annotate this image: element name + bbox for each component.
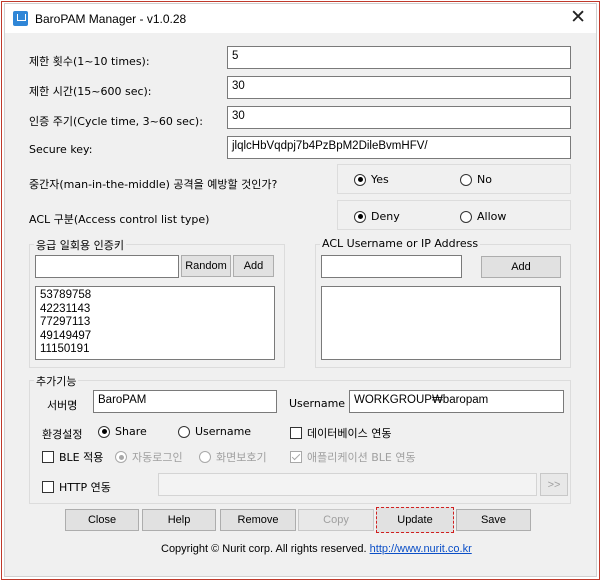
acl-type-group: Deny Allow (337, 200, 571, 230)
main-window: BaroPAM Manager - v1.0.28 ✕ 제한 횟수(1~10 t… (4, 3, 597, 577)
update-button[interactable]: Update (376, 507, 454, 533)
username-input[interactable]: WORKGROUP₩baropam (349, 390, 564, 413)
radio-selected-icon (98, 425, 110, 438)
server-name-label: 서버명 (47, 399, 78, 412)
mitm-no-radio[interactable]: No (460, 173, 492, 186)
radio-disabled-icon (199, 451, 211, 463)
title-bar: BaroPAM Manager - v1.0.28 ✕ (5, 4, 596, 33)
website-link[interactable]: http://www.nurit.co.kr (370, 543, 472, 555)
mitm-yes-label: Yes (371, 173, 389, 186)
emergency-key-title: 응급 일회용 인증키 (34, 237, 126, 253)
screen-protect-radio[interactable]: 화면보호기 (199, 449, 267, 465)
env-username-radio[interactable]: Username (178, 425, 251, 438)
radio-unselected-icon (178, 425, 190, 438)
auto-login-radio[interactable]: 자동로그인 (115, 449, 183, 465)
cycle-time-label: 인증 주기(Cycle time, 3~60 sec): (29, 115, 203, 128)
help-button[interactable]: Help (142, 509, 216, 531)
mitm-yes-radio[interactable]: Yes (354, 173, 389, 186)
acl-list-title: ACL Username or IP Address (320, 237, 481, 250)
acl-deny-radio[interactable]: Deny (354, 210, 400, 223)
limit-time-label: 제한 시간(15~600 sec): (29, 85, 152, 98)
mitm-no-label: No (477, 173, 492, 186)
acl-list[interactable] (321, 286, 561, 360)
http-go-button[interactable]: >> (540, 473, 568, 496)
extra-features-title: 추가기능 (34, 373, 79, 389)
radio-unselected-icon (460, 173, 472, 186)
footer: Copyright © Nurit corp. All rights reser… (161, 543, 472, 555)
close-icon[interactable]: ✕ (570, 7, 586, 27)
checkbox-icon (42, 481, 54, 493)
ble-apply-label: BLE 적용 (59, 451, 104, 464)
database-link-checkbox[interactable]: 데이터베이스 연동 (290, 425, 391, 441)
mitm-label: 중간자(man-in-the-middle) 공격을 예방할 것인가? (29, 178, 278, 191)
acl-allow-label: Allow (477, 210, 507, 223)
env-share-label: Share (115, 425, 147, 438)
random-button[interactable]: Random (181, 255, 231, 277)
http-url-input[interactable] (158, 473, 537, 496)
window-title: BaroPAM Manager - v1.0.28 (35, 12, 187, 26)
emergency-key-item[interactable]: 77297113 (40, 316, 270, 330)
radio-unselected-icon (460, 210, 472, 223)
emergency-key-item[interactable]: 11150191 (40, 343, 270, 357)
acl-allow-radio[interactable]: Allow (460, 210, 506, 223)
limit-time-input[interactable]: 30 (227, 76, 571, 99)
checkbox-icon (42, 451, 54, 463)
secure-key-label: Secure key: (29, 143, 93, 156)
http-link-checkbox[interactable]: HTTP 연동 (42, 479, 111, 495)
acl-entry-input[interactable] (321, 255, 462, 278)
app-ble-link-checkbox[interactable]: 애플리케이션 BLE 연동 (290, 449, 416, 465)
screen-protect-label: 화면보호기 (216, 451, 267, 464)
cycle-time-input[interactable]: 30 (227, 106, 571, 129)
radio-selected-icon (354, 173, 366, 186)
database-link-label: 데이터베이스 연동 (307, 427, 392, 440)
copyright-text: Copyright © Nurit corp. All rights reser… (161, 543, 367, 555)
env-settings-label: 환경설정 (42, 428, 83, 441)
http-link-label: HTTP 연동 (59, 481, 111, 494)
emergency-key-input[interactable] (35, 255, 179, 278)
radio-selected-icon (354, 210, 366, 223)
env-username-label: Username (195, 425, 252, 438)
checkbox-icon (290, 427, 302, 439)
mitm-group: Yes No (337, 164, 571, 194)
emergency-key-item[interactable]: 49149497 (40, 330, 270, 344)
acl-deny-label: Deny (371, 210, 400, 223)
limit-count-label: 제한 횟수(1~10 times): (29, 55, 150, 68)
secure-key-input[interactable]: jlqlcHbVqdpj7b4PzBpM2DileBvmHFV/ (227, 136, 571, 159)
emergency-key-item[interactable]: 53789758 (40, 289, 270, 303)
auto-login-label: 자동로그인 (132, 451, 183, 464)
checkbox-checked-disabled-icon (290, 451, 302, 463)
limit-count-input[interactable]: 5 (227, 46, 571, 69)
emergency-add-button[interactable]: Add (233, 255, 274, 277)
app-ble-link-label: 애플리케이션 BLE 연동 (307, 451, 416, 464)
radio-disabled-selected-icon (115, 451, 127, 463)
save-button[interactable]: Save (456, 509, 531, 531)
ble-apply-checkbox[interactable]: BLE 적용 (42, 449, 103, 465)
username-label: Username (289, 397, 346, 410)
copy-button[interactable]: Copy (298, 509, 374, 531)
acl-type-label: ACL 구분(Access control list type) (29, 213, 210, 226)
remove-button[interactable]: Remove (220, 509, 296, 531)
emergency-key-item[interactable]: 42231143 (40, 303, 270, 317)
emergency-key-list[interactable]: 53789758 42231143 77297113 49149497 11150191 (35, 286, 275, 360)
server-name-input[interactable]: BaroPAM (93, 390, 277, 413)
env-share-radio[interactable]: Share (98, 425, 147, 438)
acl-add-button[interactable]: Add (481, 256, 561, 278)
app-icon (13, 11, 28, 26)
close-button[interactable]: Close (65, 509, 139, 531)
